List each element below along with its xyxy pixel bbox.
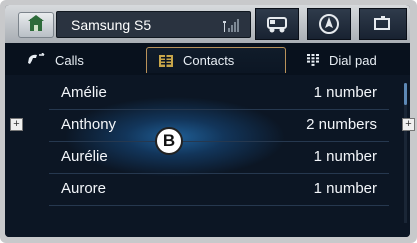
home-icon (28, 15, 44, 31)
tab-dial-pad-label: Dial pad (329, 52, 377, 68)
contact-name: Amélie (61, 84, 107, 101)
right-plus-icon: + (402, 118, 415, 131)
device-name: Samsung S5 (71, 17, 152, 33)
options-icon (374, 16, 390, 30)
phone-settings-button[interactable] (255, 8, 299, 40)
tab-dial-pad[interactable]: Dial pad (307, 47, 377, 73)
list-item[interactable]: Aurore 1 number (49, 174, 389, 206)
contact-number-count: 1 number (313, 180, 377, 197)
tab-bar: Calls Contacts Dial pad (5, 43, 410, 75)
phone-icon (27, 53, 45, 67)
contact-name: Anthony (61, 116, 117, 133)
callout-badge: B (155, 127, 183, 155)
scrollbar-thumb[interactable] (404, 83, 407, 105)
contact-name: Aurélie (61, 148, 108, 165)
tab-calls-label: Calls (55, 52, 84, 68)
contacts-list: Amélie 1 number Anthony 2 numbers Auréli… (5, 75, 410, 237)
list-item[interactable]: Amélie 1 number (49, 78, 389, 110)
device-selector[interactable]: Samsung S5 (56, 11, 251, 38)
list-item[interactable]: Aurélie 1 number (49, 142, 389, 174)
contact-number-count: 1 number (313, 84, 377, 101)
home-button[interactable] (18, 12, 54, 38)
contact-name: Aurore (61, 180, 107, 197)
tab-contacts-label: Contacts (183, 53, 235, 68)
navigation-button[interactable] (307, 8, 351, 40)
tab-calls[interactable]: Calls (27, 47, 84, 73)
screen: Samsung S5 Calls Contacts Dial pad Améli… (5, 5, 410, 237)
compass-icon (319, 14, 339, 34)
header-bar: Samsung S5 (5, 5, 410, 43)
contact-number-count: 2 numbers (306, 116, 377, 133)
menu-button[interactable] (359, 8, 407, 40)
list-item[interactable]: Anthony 2 numbers (49, 110, 389, 142)
car-phone-icon (267, 17, 287, 33)
contact-number-count: 1 number (313, 148, 377, 165)
contacts-icon (159, 54, 173, 67)
tab-contacts[interactable]: Contacts (146, 47, 286, 73)
keypad-icon (307, 54, 319, 66)
left-plus-icon: + (10, 118, 23, 131)
signal-icon (223, 19, 239, 32)
